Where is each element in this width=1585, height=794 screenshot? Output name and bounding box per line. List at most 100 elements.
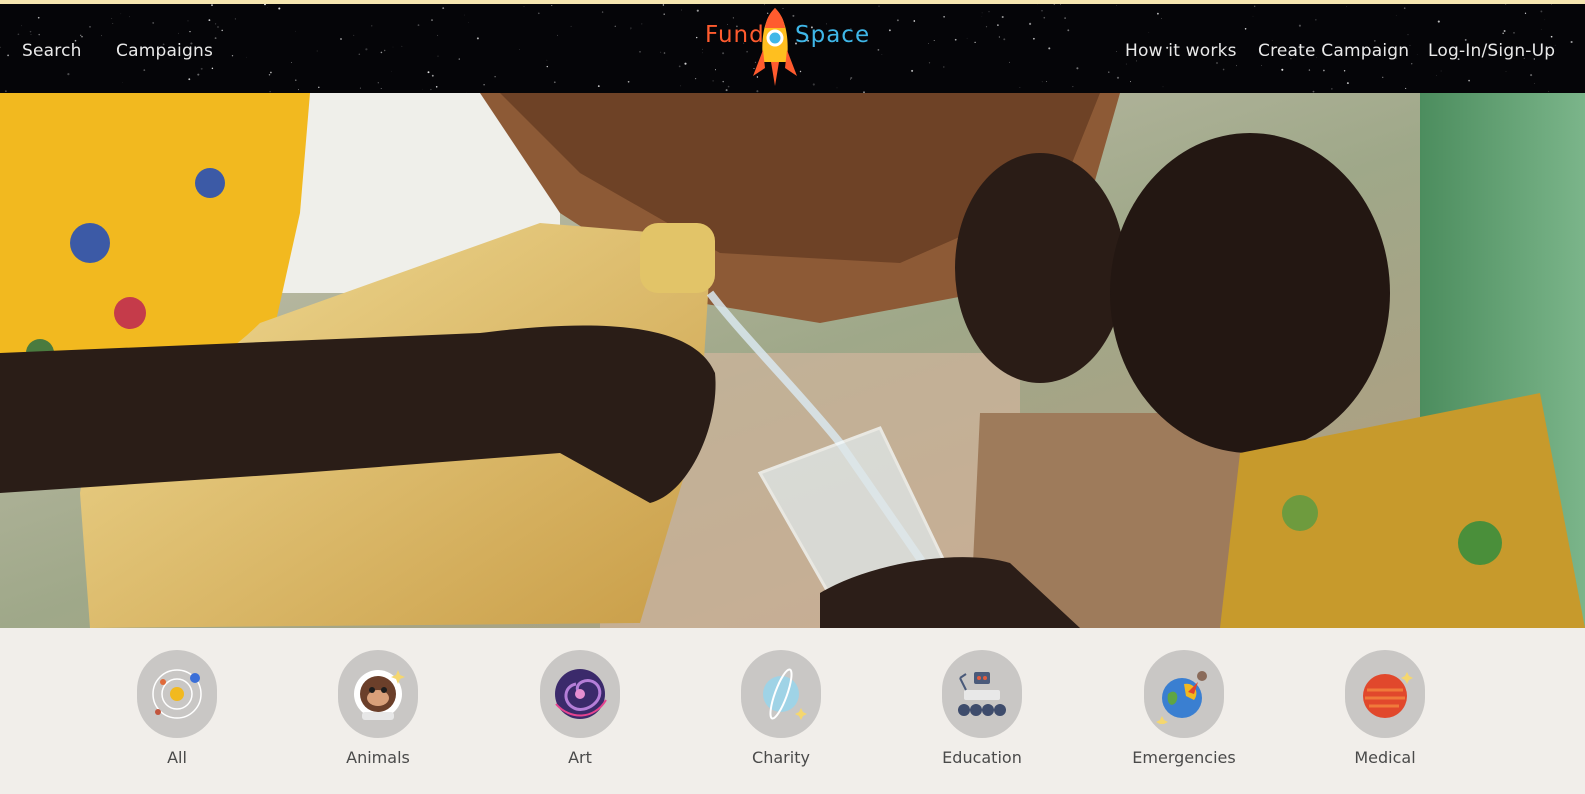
star	[353, 34, 355, 36]
star	[1503, 30, 1506, 32]
star	[1116, 76, 1120, 79]
star	[943, 66, 945, 68]
star	[694, 77, 697, 80]
star	[756, 90, 759, 93]
star	[1161, 17, 1162, 19]
star	[662, 4, 665, 6]
star	[122, 82, 123, 83]
star	[1048, 47, 1051, 50]
category-medical[interactable]: Medical	[1325, 650, 1445, 767]
star	[696, 36, 698, 39]
planet-ring-icon	[763, 668, 807, 720]
category-all[interactable]: All	[117, 650, 237, 767]
star	[1436, 75, 1437, 76]
star	[1129, 81, 1132, 83]
star	[1053, 4, 1055, 5]
star	[988, 11, 990, 13]
star	[614, 25, 616, 27]
star	[111, 18, 113, 19]
nav-campaigns-link[interactable]: Campaigns	[116, 41, 213, 61]
star	[1157, 12, 1159, 15]
hero-image	[0, 93, 1585, 628]
star	[278, 7, 281, 10]
star	[1540, 29, 1542, 30]
star	[427, 71, 430, 74]
star	[1043, 16, 1046, 19]
star	[1502, 32, 1505, 35]
star	[928, 62, 931, 64]
star	[985, 26, 988, 28]
star	[380, 87, 382, 89]
star	[1003, 38, 1006, 41]
category-animals[interactable]: Animals	[318, 650, 438, 767]
star	[152, 21, 155, 24]
star	[494, 76, 496, 78]
star	[1019, 87, 1021, 88]
star	[943, 15, 945, 18]
star	[998, 36, 1000, 38]
star	[1029, 22, 1032, 25]
category-icon-circle	[942, 650, 1022, 738]
category-label: Art	[568, 748, 592, 767]
star	[358, 53, 361, 56]
star	[1116, 4, 1118, 6]
nav-how-it-works-link[interactable]: How it works	[1125, 41, 1237, 61]
star	[234, 18, 236, 20]
category-label: All	[167, 748, 187, 767]
star	[20, 25, 22, 27]
star	[684, 62, 687, 65]
star	[1544, 19, 1546, 21]
star	[221, 29, 223, 32]
star	[954, 38, 957, 41]
star	[1331, 88, 1333, 90]
star	[1440, 70, 1442, 72]
category-art[interactable]: Art	[520, 650, 640, 767]
star	[1116, 51, 1117, 52]
star	[246, 56, 247, 58]
star	[1403, 7, 1406, 9]
star	[630, 27, 632, 29]
star	[1540, 10, 1543, 13]
star	[1254, 5, 1256, 7]
nav-search-link[interactable]: Search	[22, 41, 82, 61]
star	[295, 79, 297, 81]
star	[1395, 15, 1397, 16]
category-education[interactable]: Education	[922, 650, 1042, 767]
star	[129, 16, 130, 18]
star	[881, 54, 883, 55]
fundspace-logo[interactable]: Fund Space	[705, 6, 869, 90]
category-icon-circle	[1345, 650, 1425, 738]
star	[1323, 69, 1325, 72]
star	[431, 74, 434, 77]
star	[264, 4, 266, 6]
star	[1252, 15, 1254, 17]
star	[208, 19, 211, 22]
star	[1064, 17, 1066, 19]
category-label: Animals	[346, 748, 410, 767]
category-emergencies[interactable]: Emergencies	[1124, 650, 1244, 767]
star	[197, 73, 200, 76]
category-label: Emergencies	[1132, 748, 1236, 767]
nav-create-campaign-link[interactable]: Create Campaign	[1258, 41, 1409, 61]
star	[1298, 24, 1301, 27]
nav-login-signup-link[interactable]: Log-In/Sign-Up	[1428, 41, 1555, 61]
star	[365, 48, 368, 51]
star	[1530, 74, 1533, 77]
star	[878, 5, 880, 7]
category-bar: All Animals Art Charity Education Emerge…	[0, 628, 1585, 794]
asteroid-impact-icon	[1156, 671, 1207, 724]
star	[597, 85, 600, 87]
category-charity[interactable]: Charity	[721, 650, 841, 767]
star	[997, 24, 999, 26]
star	[1382, 76, 1384, 78]
star	[933, 40, 935, 42]
star	[1001, 15, 1004, 19]
star	[189, 31, 191, 33]
star	[1125, 63, 1127, 65]
red-planet-icon	[1363, 672, 1413, 718]
star	[1437, 20, 1440, 23]
star	[359, 87, 361, 89]
star	[430, 88, 432, 91]
rover-icon	[958, 672, 1006, 716]
star	[1041, 81, 1043, 83]
